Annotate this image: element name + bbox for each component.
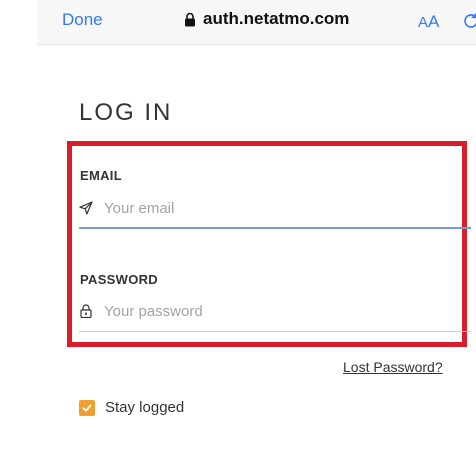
password-input[interactable] bbox=[104, 302, 434, 320]
password-label: PASSWORD bbox=[80, 272, 158, 287]
send-icon bbox=[79, 201, 93, 215]
stay-logged-label: Stay logged bbox=[105, 399, 185, 416]
email-label: EMAIL bbox=[80, 168, 122, 183]
padlock-icon bbox=[80, 304, 92, 318]
left-margin bbox=[0, 0, 38, 455]
stay-logged-checkbox[interactable] bbox=[79, 399, 95, 416]
reload-icon[interactable] bbox=[462, 12, 476, 30]
email-input[interactable] bbox=[104, 199, 434, 217]
checkmark-icon bbox=[82, 404, 92, 411]
password-underline bbox=[79, 331, 471, 332]
login-page: LOG IN EMAIL PASSWORD Lost Password? Sta… bbox=[38, 45, 476, 455]
stay-logged-toggle[interactable]: Stay logged bbox=[79, 399, 184, 416]
text-size-large: A bbox=[428, 12, 440, 31]
text-size-button[interactable]: AA bbox=[418, 12, 439, 32]
text-size-small: A bbox=[418, 14, 429, 31]
password-field-wrapper[interactable] bbox=[79, 295, 469, 327]
address-bar[interactable]: auth.netatmo.com bbox=[184, 9, 349, 29]
email-field-wrapper[interactable] bbox=[79, 192, 469, 224]
lost-password-link[interactable]: Lost Password? bbox=[343, 359, 443, 375]
url-text: auth.netatmo.com bbox=[203, 9, 350, 28]
email-underline bbox=[79, 227, 471, 229]
page-title: LOG IN bbox=[79, 99, 173, 126]
browser-toolbar: Done auth.netatmo.com AA bbox=[38, 0, 476, 45]
done-button[interactable]: Done bbox=[62, 10, 103, 30]
lock-icon bbox=[185, 12, 195, 26]
